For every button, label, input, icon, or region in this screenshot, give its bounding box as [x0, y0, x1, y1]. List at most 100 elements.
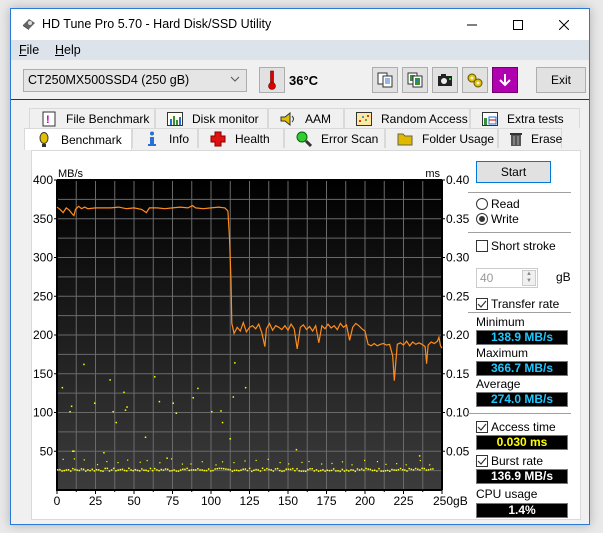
burst-rate-label: Burst rate [491, 454, 544, 468]
y-tick-label-right: 0.40 [446, 173, 470, 187]
access-time-point [251, 470, 253, 473]
minimize-button[interactable] [449, 9, 495, 40]
access-time-point [215, 464, 217, 466]
tab-aam[interactable]: AAM [268, 108, 344, 128]
access-time-point [158, 469, 160, 472]
access-time-point [221, 421, 224, 424]
transfer-rate-checkbox[interactable]: Transfer rate [476, 297, 559, 311]
access-time-point [234, 362, 236, 364]
y-tick-label-left: 250 [33, 289, 53, 303]
window-title: HD Tune Pro 5.70 - Hard Disk/SSD Utility [42, 17, 272, 31]
access-time-point [138, 470, 141, 472]
access-time-point [227, 468, 229, 471]
access-time-point [408, 467, 410, 470]
access-time-point [281, 470, 283, 473]
short-stroke-checkbox[interactable]: Short stroke [476, 239, 556, 253]
access-time-point [308, 460, 310, 463]
access-time-point [149, 467, 152, 470]
access-time-point [175, 470, 178, 472]
tab-error-scan[interactable]: Error Scan [284, 128, 385, 148]
access-time-point [354, 470, 357, 473]
tab-benchmark[interactable]: Benchmark [24, 128, 132, 150]
access-time-point [367, 468, 369, 470]
y-tick-label-left: 350 [33, 212, 53, 226]
temperature-button[interactable] [259, 67, 285, 93]
access-time-point [100, 470, 102, 472]
access-time-point [171, 469, 173, 472]
tab-health[interactable]: Health [198, 128, 284, 148]
access-time-point [164, 468, 167, 470]
tab-folder-usage[interactable]: Folder Usage [385, 128, 498, 148]
save-download-button[interactable] [492, 67, 518, 93]
access-time-point [186, 467, 188, 470]
tab-extra-tests[interactable]: Extra tests [470, 108, 580, 128]
menu-help[interactable]: Help [55, 43, 81, 57]
title-bar[interactable]: HD Tune Pro 5.70 - Hard Disk/SSD Utility [11, 9, 589, 40]
screenshot-button[interactable] [432, 67, 458, 93]
divider [468, 232, 571, 233]
drive-select[interactable]: CT250MX500SSD4 (250 gB) [23, 69, 247, 92]
access-time-point [244, 468, 247, 470]
access-time-point [69, 470, 72, 472]
access-time-point [91, 468, 93, 471]
y-tick-label-left: 300 [33, 251, 53, 265]
toolbar: CT250MX500SSD4 (250 gB) 36°C Exit [11, 60, 589, 100]
exit-button[interactable]: Exit [536, 67, 586, 93]
access-time-point [233, 469, 236, 472]
file-benchmark-icon: ! [40, 111, 58, 127]
access-time-point [65, 469, 68, 471]
y-tick-label-left: 50 [40, 444, 54, 458]
burst-rate-checkbox[interactable]: Burst rate [476, 454, 543, 468]
access-time-point [175, 412, 178, 414]
start-button[interactable]: Start [476, 161, 551, 183]
tab-file-benchmark[interactable]: ! File Benchmark [29, 108, 155, 128]
access-time-point [429, 468, 432, 470]
access-time-point [373, 469, 376, 472]
access-time-point [233, 462, 235, 464]
spinner-arrows[interactable]: ▲ ▼ [522, 270, 536, 286]
access-time-point [274, 468, 277, 470]
tab-erase[interactable]: Erase [498, 128, 562, 148]
access-time-point [156, 469, 158, 471]
copy-text-button[interactable] [372, 67, 398, 93]
access-time-point [123, 391, 125, 394]
access-time-point [309, 468, 311, 470]
read-radio[interactable]: Read [476, 197, 520, 211]
menu-file-accel: F [19, 43, 27, 57]
access-time-point [429, 464, 431, 466]
short-stroke-spinner[interactable]: 40 ▲ ▼ [476, 268, 538, 288]
access-time-point [125, 470, 128, 472]
access-time-point [110, 469, 113, 471]
access-time-point [103, 452, 105, 454]
maximize-button[interactable] [495, 9, 541, 40]
tab-label: AAM [305, 111, 332, 126]
tab-info[interactable]: Info [132, 128, 198, 148]
close-button[interactable] [541, 9, 587, 40]
divider [468, 192, 571, 193]
access-time-point [358, 469, 361, 471]
access-time-point [328, 469, 331, 472]
right-axis-unit: ms [425, 168, 440, 180]
access-time-point [166, 457, 168, 459]
access-time-point [197, 468, 199, 470]
access-time-point [238, 469, 240, 472]
access-time-checkbox[interactable]: Access time [476, 420, 556, 434]
menu-file[interactable]: File [19, 43, 39, 57]
access-time-point [232, 396, 235, 398]
drive-select-value: CT250MX500SSD4 (250 gB) [28, 73, 190, 87]
access-time-point [172, 402, 174, 404]
write-radio[interactable]: Write [476, 212, 519, 226]
access-time-point [159, 462, 161, 464]
access-time-point [270, 469, 272, 471]
copy-screenshot-button[interactable] [402, 67, 428, 93]
access-time-point [255, 459, 257, 462]
access-time-point [93, 402, 96, 404]
menu-bar: File Help [11, 40, 589, 60]
short-stroke-label: Short stroke [491, 239, 556, 253]
cpu-usage-value: 1.4% [476, 503, 568, 518]
tab-random-access[interactable]: Random Access [344, 108, 470, 128]
access-time-point [62, 458, 64, 460]
access-time-point [350, 469, 352, 471]
tab-disk-monitor[interactable]: Disk monitor [155, 108, 268, 128]
options-button[interactable] [462, 67, 488, 93]
